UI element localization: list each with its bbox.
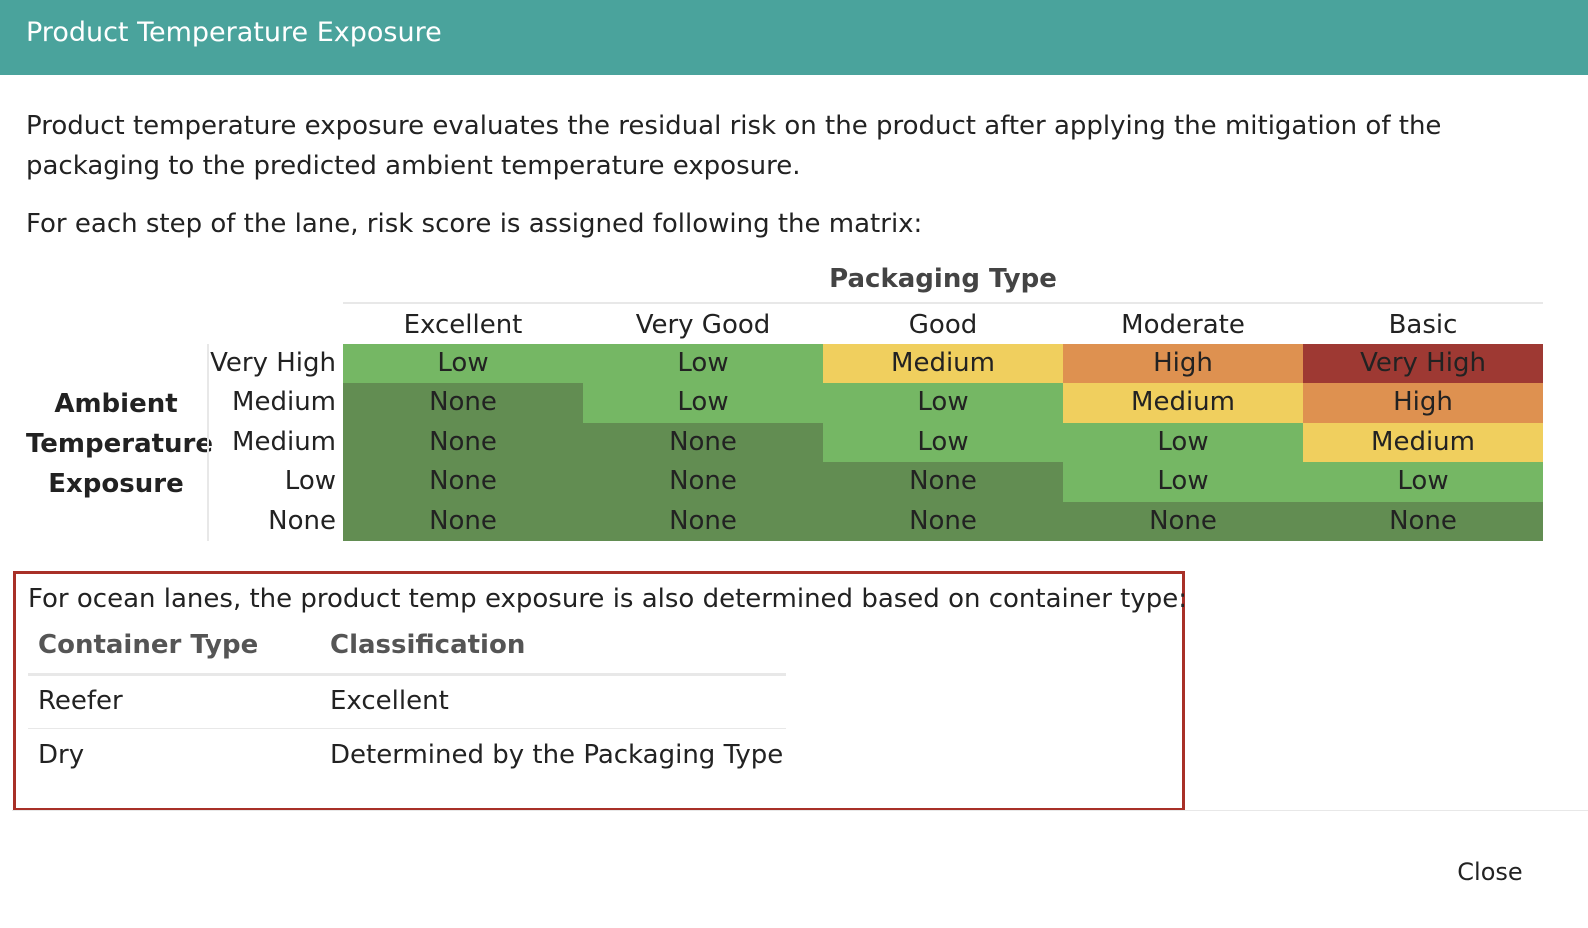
ambient-title-line-2: Temperature <box>26 429 214 459</box>
col-head-excellent: Excellent <box>403 310 523 340</box>
col-head-very-good: Very Good <box>635 310 771 340</box>
col-head-good: Good <box>908 310 978 340</box>
col-head-basic: Basic <box>1388 310 1458 340</box>
close-button[interactable]: Close <box>1440 850 1540 894</box>
matrix-cell: Low <box>583 344 823 384</box>
matrix-cell: High <box>1063 344 1303 384</box>
ambient-temperature-exposure-title: Ambient Temperature Exposure <box>26 384 214 504</box>
matrix-cell: Low <box>1063 422 1303 463</box>
table-header-divider <box>28 673 786 676</box>
row-label-medium-2: Medium <box>232 426 336 457</box>
matrix-cell: None <box>1063 501 1303 541</box>
matrix-cell: None <box>583 422 823 463</box>
matrix-cell: Medium <box>1303 422 1543 463</box>
matrix-cell: Low <box>343 344 583 384</box>
matrix-lead-text: For each step of the lane, risk score is… <box>26 209 923 239</box>
ocean-lanes-callout: For ocean lanes, the product temp exposu… <box>13 571 1188 811</box>
table-row-divider <box>28 728 786 729</box>
header-classification: Classification <box>330 630 526 660</box>
row-label-medium-1: Medium <box>232 387 336 418</box>
ambient-title-line-1: Ambient <box>54 389 178 419</box>
matrix-cell: High <box>1303 383 1543 423</box>
matrix-cell: None <box>343 462 583 502</box>
ocean-lead-text: For ocean lanes, the product temp exposu… <box>28 584 1188 614</box>
packaging-type-divider <box>343 302 1543 304</box>
classification-dry: Determined by the Packaging Type <box>330 740 784 770</box>
matrix-cell: Low <box>1063 462 1303 502</box>
footer-divider <box>12 810 1588 811</box>
matrix-cell: Medium <box>1063 383 1303 423</box>
matrix-cell: Low <box>583 383 823 423</box>
matrix-cell: None <box>823 462 1063 502</box>
matrix-cell: Low <box>1303 462 1543 502</box>
dialog-title: Product Temperature Exposure <box>26 17 442 48</box>
col-head-moderate: Moderate <box>1121 310 1245 340</box>
container-type-dry: Dry <box>38 740 85 770</box>
matrix-cell: None <box>583 462 823 502</box>
matrix-cell: Very High <box>1303 344 1543 384</box>
container-type-reefer: Reefer <box>38 686 123 716</box>
matrix-cell: None <box>343 422 583 463</box>
header-container-type: Container Type <box>38 630 259 660</box>
matrix-cell: None <box>823 501 1063 541</box>
row-label-none: None <box>268 505 336 536</box>
ambient-title-line-3: Exposure <box>48 469 184 499</box>
dialog-header: Product Temperature Exposure <box>0 0 1588 75</box>
matrix-cell: None <box>583 501 823 541</box>
matrix-cell: None <box>343 383 583 423</box>
row-label-very-high: Very High <box>210 348 336 378</box>
packaging-type-title: Packaging Type <box>829 264 1057 294</box>
matrix-cell: Low <box>823 383 1063 423</box>
intro-paragraph: Product temperature exposure evaluates t… <box>26 111 1442 181</box>
row-label-low: Low <box>284 466 336 497</box>
matrix-cell: None <box>1303 501 1543 541</box>
matrix-cell: None <box>343 501 583 541</box>
classification-reefer: Excellent <box>330 686 449 716</box>
matrix-cell: Low <box>823 422 1063 463</box>
matrix-cell: Medium <box>823 344 1063 384</box>
